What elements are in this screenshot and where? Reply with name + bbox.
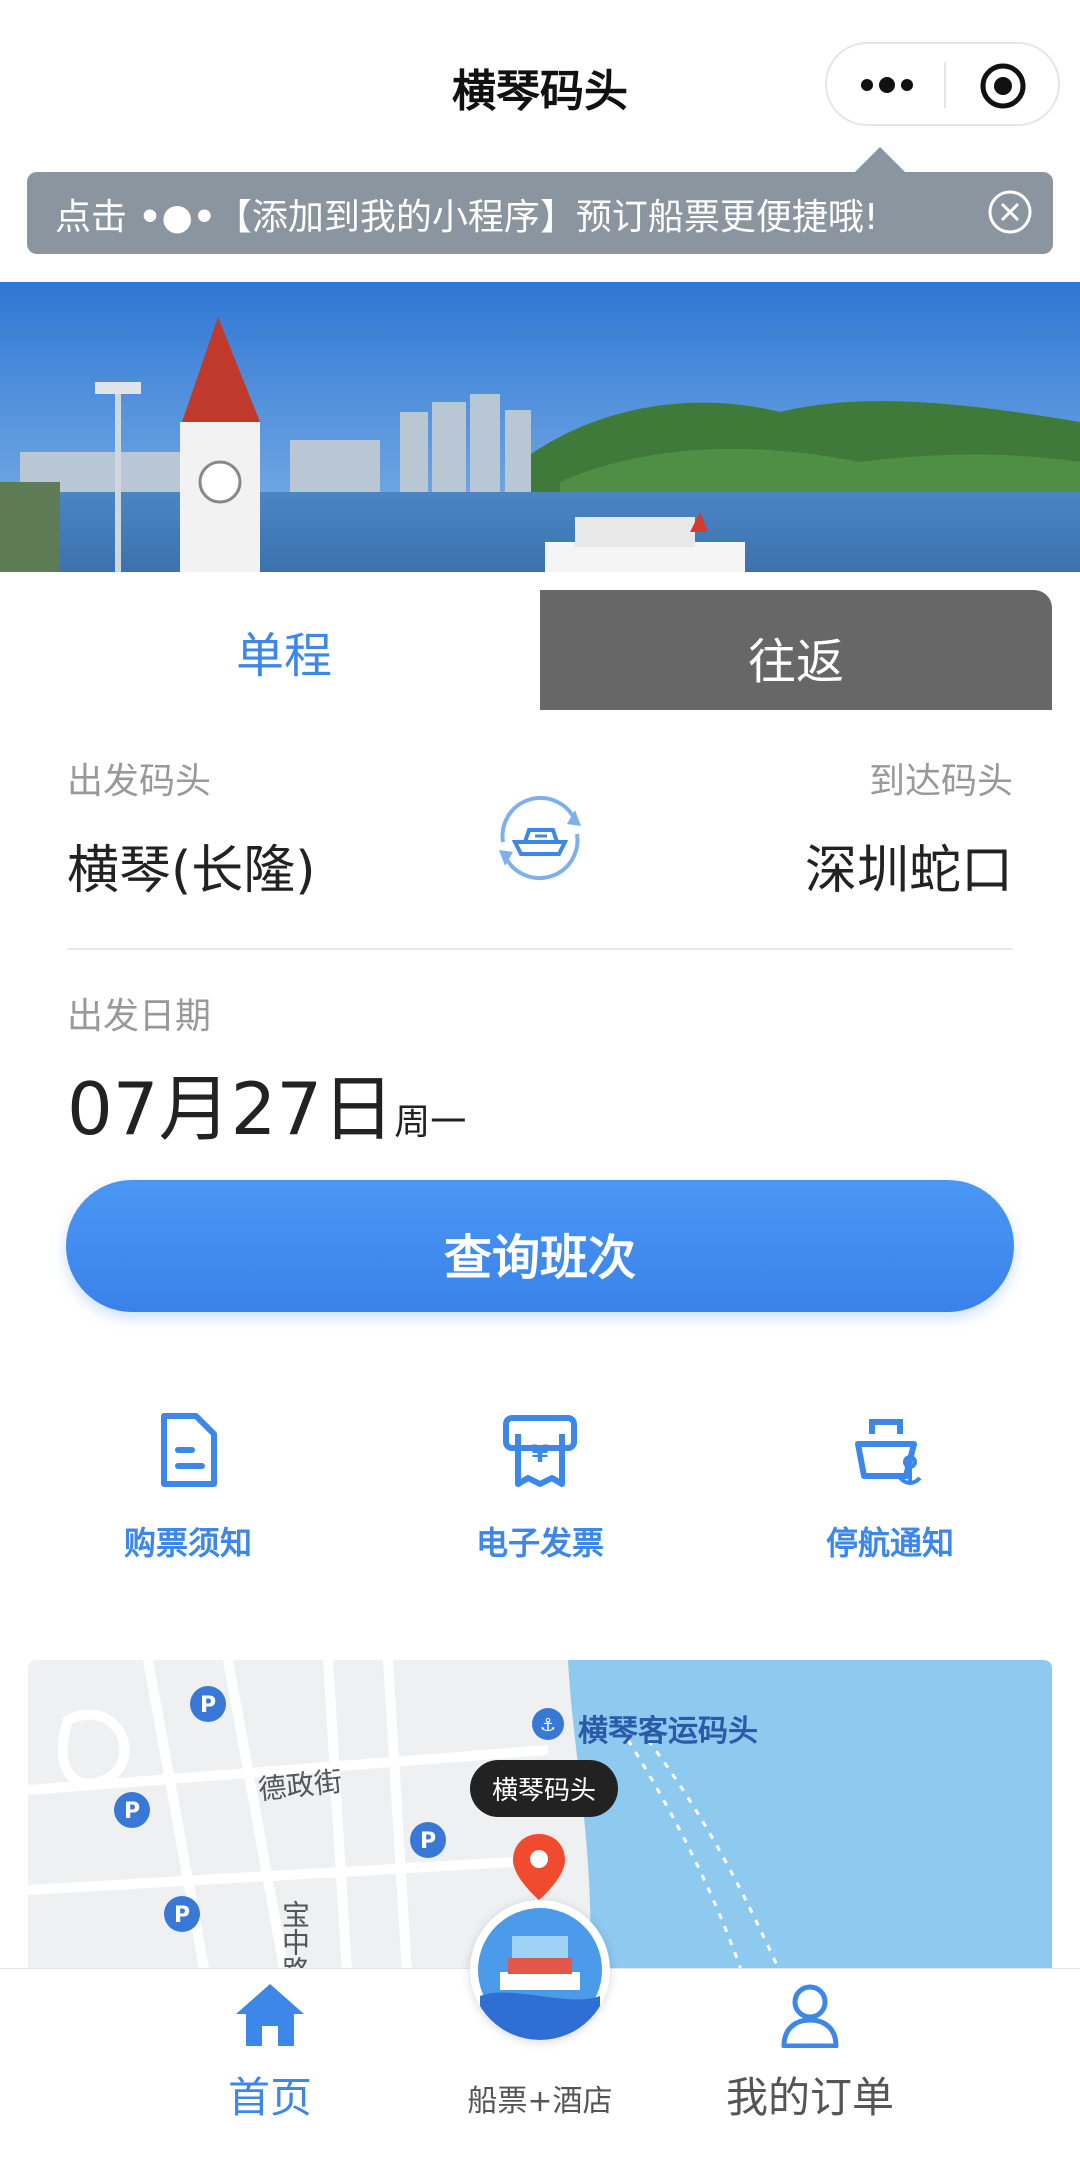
departure-port-label: 出发码头 — [67, 761, 212, 802]
invoice-icon: ¥ — [503, 1415, 577, 1487]
ship-anchor-icon — [855, 1419, 922, 1485]
ticket-notice-button[interactable]: 购票须知 — [38, 1410, 338, 1570]
map-label-terminal: 横琴客运码头 — [578, 1714, 758, 1749]
svg-text:P: P — [124, 1799, 140, 1824]
mini-program-capsule — [825, 42, 1060, 126]
tip-arrow — [852, 147, 908, 175]
departure-port-value[interactable]: 横琴(长隆) — [67, 828, 316, 903]
arrival-port-label: 到达码头 — [868, 761, 1013, 802]
tip-text: 点击 •●•【添加到我的小程序】预订船票更便捷哦! — [55, 197, 879, 238]
close-icon[interactable] — [985, 187, 1035, 237]
e-invoice-button[interactable]: ¥ 电子发票 — [390, 1410, 690, 1570]
user-icon — [781, 1984, 839, 2048]
add-mini-program-tip: 点击 •●•【添加到我的小程序】预订船票更便捷哦! — [27, 172, 1053, 254]
tab-ticket-hotel[interactable]: 船票+酒店 — [390, 1980, 690, 2140]
close-mini-program-icon[interactable] — [979, 62, 1027, 110]
svg-text:P: P — [420, 1829, 436, 1854]
tab-home[interactable]: 首页 — [120, 1980, 420, 2140]
map-location-tag: 横琴码头 — [470, 1760, 619, 1817]
location-pin-icon — [513, 1834, 565, 1900]
search-schedule-button[interactable]: 查询班次 — [66, 1180, 1014, 1312]
svg-text:P: P — [174, 1903, 190, 1928]
departure-date-label: 出发日期 — [67, 996, 212, 1037]
document-icon — [161, 1413, 217, 1487]
arrival-port-value[interactable]: 深圳蛇口 — [805, 828, 1013, 903]
more-icon[interactable] — [857, 62, 917, 108]
tab-single-trip[interactable]: 单程 — [28, 572, 540, 712]
departure-date-value[interactable]: 07月27日周一 — [67, 1050, 466, 1155]
date-text: 07月27日 — [67, 1067, 395, 1151]
divider — [67, 948, 1013, 950]
svg-text:¥: ¥ — [532, 1440, 549, 1468]
suspension-notice-button[interactable]: 停航通知 — [740, 1410, 1040, 1570]
tab-my-orders[interactable]: 我的订单 — [660, 1980, 960, 2140]
svg-text:P: P — [200, 1693, 216, 1718]
capsule-divider — [944, 62, 946, 108]
home-icon — [236, 1984, 304, 2046]
swap-ports-icon[interactable] — [485, 782, 595, 892]
svg-text:⚓: ⚓ — [540, 1715, 556, 1736]
tab-round-trip[interactable]: 往返 — [540, 590, 1052, 710]
weekday-text: 周一 — [394, 1102, 467, 1143]
